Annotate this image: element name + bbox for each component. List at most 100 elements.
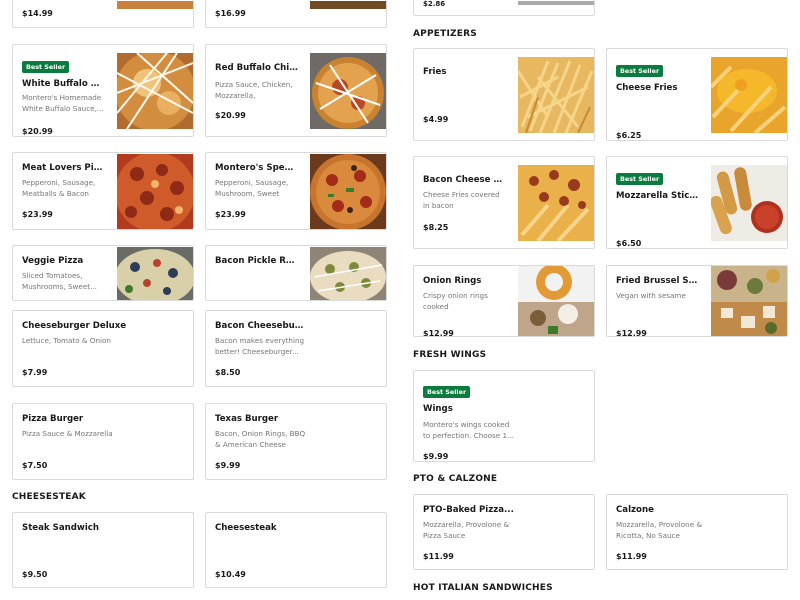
menu-item-card[interactable]: Montero's Special Pizza Pepperoni, Sausa… — [205, 152, 387, 230]
item-name: Calzone — [616, 505, 654, 515]
item-name: Bacon Cheeseburger — [215, 321, 306, 331]
item-image — [117, 53, 193, 129]
item-image — [310, 247, 386, 300]
cheese-fries-image — [711, 57, 787, 133]
white-buffalo-pizza-image — [117, 53, 193, 129]
menu-item-card[interactable]: $14.99 — [12, 0, 194, 28]
best-seller-badge: Best Seller — [423, 386, 471, 398]
menu-item-card[interactable]: Steak Sandwich $9.50 — [12, 512, 194, 588]
item-name: Fries — [423, 67, 447, 77]
item-price: $2.86 — [423, 0, 446, 8]
item-description: Crispy onion rings cooked — [423, 291, 488, 311]
red-buffalo-pizza-image — [310, 53, 386, 129]
item-price: $7.50 — [22, 461, 48, 470]
item-image — [518, 165, 594, 241]
item-price: $12.99 — [423, 329, 454, 337]
section-title-cheesesteak: CHEESESTEAK — [12, 492, 86, 502]
meat-lovers-pizza-image — [117, 154, 193, 229]
item-price: $8.25 — [423, 223, 449, 232]
item-name: Montero's Special Pizza — [215, 163, 298, 173]
menu-item-card[interactable]: Red Buffalo Chicken... Pizza Sauce, Chic… — [205, 44, 387, 137]
menu-item-card[interactable]: Texas Burger Bacon, Onion Rings, BBQ & A… — [205, 403, 387, 480]
onion-rings-image — [518, 266, 594, 336]
menu-item-card[interactable]: Bacon Pickle Ranch... — [205, 245, 387, 301]
item-price: $9.99 — [423, 452, 449, 461]
item-image — [117, 1, 193, 9]
item-image — [711, 57, 787, 133]
item-description: Cheese Fries covered in bacon — [423, 190, 500, 210]
item-price: $23.99 — [22, 210, 53, 219]
menu-item-card[interactable]: Best Seller Wings Montero's wings cooked… — [413, 370, 595, 462]
section-title-hot-italian: HOT ITALIAN SANDWICHES — [413, 583, 553, 593]
item-image — [117, 247, 193, 300]
item-description: Mozzarella, Provolone & Ricotta, No Sauc… — [616, 520, 703, 540]
item-image — [518, 266, 594, 336]
menu-item-card[interactable]: Fries $4.99 — [413, 48, 595, 141]
item-description: Pepperoni, Sausage, Mushroom, Sweet Pepp… — [215, 178, 289, 198]
menu-item-card[interactable]: Onion Rings Crispy onion rings cooked $1… — [413, 265, 595, 337]
item-image — [117, 154, 193, 229]
bacon-cheese-fries-image — [518, 165, 594, 241]
menu-item-card[interactable]: Cheeseburger Deluxe Lettuce, Tomato & On… — [12, 310, 194, 387]
item-price: $12.99 — [616, 329, 647, 337]
item-price: $11.99 — [616, 552, 647, 561]
item-name: PTO-Baked Pizza... — [423, 505, 514, 515]
item-image — [518, 57, 594, 133]
item-description: Pizza Sauce & Mozzarella — [22, 429, 113, 438]
fries-image — [518, 57, 594, 133]
section-title-appetizers: APPETIZERS — [413, 29, 477, 39]
item-description: Pizza Sauce, Chicken, Mozzarella, Monter… — [215, 80, 293, 100]
item-name: Pizza Burger — [22, 414, 84, 424]
item-description: Sliced Tomatoes, Mushrooms, Sweet... — [22, 271, 97, 291]
section-title-wings: FRESH WINGS — [413, 350, 487, 360]
item-name: Wings — [423, 404, 453, 414]
item-description: Montero's Homemade White Buffalo Sauce,.… — [22, 93, 104, 113]
menu-item-card[interactable]: Veggie Pizza Sliced Tomatoes, Mushrooms,… — [12, 245, 194, 301]
pickle-pizza-image — [310, 247, 386, 300]
menu-item-card[interactable]: Fried Brussel Sprouts... Vegan with sesa… — [606, 265, 788, 337]
item-price: $11.99 — [423, 552, 454, 561]
item-price: $9.50 — [22, 570, 48, 579]
item-price: $20.99 — [215, 111, 246, 120]
item-description: Bacon, Onion Rings, BBQ & American Chees… — [215, 429, 306, 449]
section-title-pto-calzone: PTO & CALZONE — [413, 474, 498, 484]
item-name: Cheese Fries — [616, 83, 678, 93]
menu-item-card[interactable]: Calzone Mozzarella, Provolone & Ricotta,… — [606, 494, 788, 570]
item-name: Steak Sandwich — [22, 523, 99, 533]
item-name: Fried Brussel Sprouts... — [616, 276, 699, 286]
item-description: Pepperoni, Sausage, Meatballs & Bacon — [22, 178, 96, 198]
menu-item-card[interactable]: Best Seller Mozzarella Sticks $6.50 — [606, 156, 788, 249]
item-price: $10.49 — [215, 570, 246, 579]
best-seller-badge: Best Seller — [616, 65, 664, 77]
special-pizza-image — [310, 154, 386, 229]
item-name: Onion Rings — [423, 276, 482, 286]
item-price: $7.99 — [22, 368, 48, 377]
item-price: $14.99 — [22, 9, 53, 18]
item-image — [310, 53, 386, 129]
menu-item-card[interactable]: Meat Lovers Pizza Pepperoni, Sausage, Me… — [12, 152, 194, 230]
item-name: White Buffalo Chicke... — [22, 79, 105, 89]
item-name: Texas Burger — [215, 414, 279, 424]
menu-item-card[interactable]: Pizza Burger Pizza Sauce & Mozzarella $7… — [12, 403, 194, 480]
item-name: Bacon Pickle Ranch... — [215, 256, 298, 266]
menu-item-card[interactable]: $16.99 — [205, 0, 387, 28]
item-description: Lettuce, Tomato & Onion — [22, 336, 111, 345]
menu-item-card[interactable]: Bacon Cheese Fries Cheese Fries covered … — [413, 156, 595, 249]
item-image — [518, 1, 594, 5]
menu-item-card[interactable]: $2.86 — [413, 0, 595, 16]
item-description: Montero's wings cooked to perfection. Ch… — [423, 420, 514, 440]
item-price: $23.99 — [215, 210, 246, 219]
menu-item-card[interactable]: Best Seller White Buffalo Chicke... Mont… — [12, 44, 194, 137]
item-description: Vegan with sesame — [616, 291, 686, 300]
item-image — [711, 266, 787, 336]
item-price: $9.99 — [215, 461, 241, 470]
menu-item-card[interactable]: Best Seller Cheese Fries $6.25 — [606, 48, 788, 141]
menu-item-card[interactable]: Bacon Cheeseburger Bacon makes everythin… — [205, 310, 387, 387]
menu-item-card[interactable]: Cheesesteak $10.49 — [205, 512, 387, 588]
menu-item-card[interactable]: PTO-Baked Pizza... Mozzarella, Provolone… — [413, 494, 595, 570]
item-image — [310, 154, 386, 229]
item-price: $6.25 — [616, 131, 642, 140]
item-price: $16.99 — [215, 9, 246, 18]
item-image — [711, 165, 787, 241]
mozzarella-sticks-image — [711, 165, 787, 241]
